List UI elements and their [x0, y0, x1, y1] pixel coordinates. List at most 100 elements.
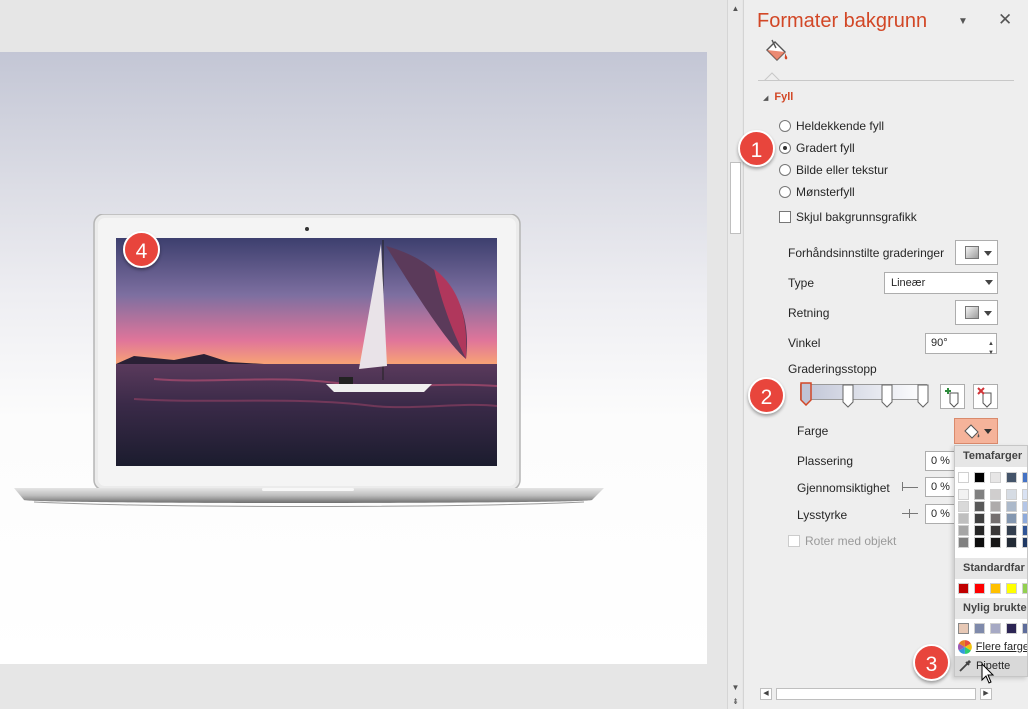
theme-color-swatch[interactable]: [974, 472, 985, 483]
theme-shade-swatch[interactable]: [990, 525, 1001, 536]
type-select-value: Lineær: [891, 277, 926, 289]
radio-solid-fill[interactable]: Heldekkende fyll: [779, 117, 884, 135]
scroll-left-arrow-icon[interactable]: ◀: [760, 688, 772, 700]
gradient-stop-selected[interactable]: [800, 382, 812, 406]
color-dropdown-menu: Temafarger Standardfar Nylig brukte Fler…: [954, 445, 1028, 677]
theme-shade-swatch[interactable]: [1006, 537, 1017, 548]
scroll-up-arrow-icon[interactable]: ▲: [730, 3, 741, 14]
theme-color-swatch[interactable]: [990, 472, 1001, 483]
recent-color-swatch[interactable]: [1022, 623, 1027, 634]
theme-shade-swatch[interactable]: [1006, 489, 1017, 500]
add-gradient-stop-button[interactable]: [940, 384, 965, 409]
recent-color-swatch[interactable]: [1006, 623, 1017, 634]
direction-button[interactable]: [955, 300, 998, 325]
theme-shade-swatch[interactable]: [958, 501, 969, 512]
more-colors-label: Flere farge: [975, 641, 1028, 653]
scroll-next-icon[interactable]: ⇟: [730, 696, 741, 707]
theme-shade-swatch[interactable]: [990, 513, 1001, 524]
theme-shade-swatch[interactable]: [1006, 525, 1017, 536]
radio-gradient-fill[interactable]: Gradert fyll: [779, 139, 855, 157]
laptop-image: [14, 214, 604, 507]
radio-button[interactable]: [779, 186, 791, 198]
angle-spinner[interactable]: 90° ▲ ▼: [925, 333, 997, 356]
step-badge-4: 4: [123, 231, 160, 268]
radio-pattern-fill[interactable]: Mønsterfyll: [779, 183, 855, 201]
fill-section-header[interactable]: ◢ Fyll: [763, 91, 793, 103]
scrollbar-thumb[interactable]: [730, 162, 741, 234]
add-stop-icon: [945, 388, 959, 408]
theme-shade-swatch[interactable]: [1022, 537, 1027, 548]
pane-horizontal-scrollbar[interactable]: ◀ ▶: [760, 686, 996, 702]
theme-shade-swatch[interactable]: [1022, 525, 1027, 536]
brightness-slider-thumb[interactable]: [909, 509, 910, 518]
gradient-stops-bar[interactable]: [800, 384, 927, 400]
pane-options-dropdown-icon[interactable]: ▼: [958, 16, 968, 27]
standard-color-swatch[interactable]: [974, 583, 985, 594]
standard-color-swatch[interactable]: [1006, 583, 1017, 594]
radio-picture-texture-fill[interactable]: Bilde eller tekstur: [779, 161, 888, 179]
remove-gradient-stop-button[interactable]: [973, 384, 998, 409]
scroll-down-arrow-icon[interactable]: ▼: [730, 682, 741, 693]
more-colors-item[interactable]: Flere farge: [955, 637, 1028, 657]
theme-shade-swatch[interactable]: [1006, 513, 1017, 524]
theme-shade-swatch[interactable]: [990, 537, 1001, 548]
theme-shade-swatch[interactable]: [990, 501, 1001, 512]
brightness-slider[interactable]: [902, 513, 918, 514]
hide-background-graphics-checkbox[interactable]: [779, 211, 791, 223]
recent-color-swatch[interactable]: [974, 623, 985, 634]
hide-background-graphics-row[interactable]: Skjul bakgrunnsgrafikk: [779, 208, 917, 226]
spin-down-icon[interactable]: ▼: [988, 344, 994, 363]
preset-gradients-button[interactable]: [955, 240, 998, 265]
radio-label: Gradert fyll: [796, 141, 855, 155]
type-select[interactable]: Lineær: [884, 272, 998, 294]
standard-color-swatch[interactable]: [1022, 583, 1027, 594]
brightness-label: Lysstyrke: [797, 508, 848, 522]
gradient-stop[interactable]: [917, 384, 929, 408]
slide-vertical-scrollbar[interactable]: ▲ ▼ ⇟: [727, 0, 742, 709]
preset-gradients-label: Forhåndsinnstilte graderinger: [788, 246, 945, 260]
gradient-stop[interactable]: [881, 384, 893, 408]
chevron-down-icon: [984, 311, 992, 316]
theme-shade-swatch[interactable]: [990, 489, 1001, 500]
theme-shade-swatch[interactable]: [958, 513, 969, 524]
scroll-right-arrow-icon[interactable]: ▶: [980, 688, 992, 700]
theme-shade-swatch[interactable]: [958, 525, 969, 536]
theme-color-swatch[interactable]: [958, 472, 969, 483]
standard-color-swatch[interactable]: [990, 583, 1001, 594]
theme-shade-swatch[interactable]: [974, 537, 985, 548]
color-picker-button[interactable]: [954, 418, 998, 444]
fill-tab-icon[interactable]: [762, 38, 790, 66]
scrollbar-thumb[interactable]: [776, 688, 976, 700]
tab-divider: [758, 80, 1014, 81]
slide-editing-area: 4: [0, 0, 727, 709]
close-icon[interactable]: ✕: [998, 10, 1012, 30]
eyedropper-icon: [959, 659, 972, 672]
radio-label: Mønsterfyll: [796, 185, 855, 199]
radio-button[interactable]: [779, 164, 791, 176]
theme-shade-swatch[interactable]: [1022, 513, 1027, 524]
remove-stop-icon: [977, 387, 992, 408]
theme-shade-swatch[interactable]: [1022, 501, 1027, 512]
recent-color-swatch[interactable]: [990, 623, 1001, 634]
theme-color-swatch[interactable]: [1006, 472, 1017, 483]
transparency-slider[interactable]: [902, 487, 918, 488]
recent-color-swatch[interactable]: [958, 623, 969, 634]
theme-shade-swatch[interactable]: [958, 537, 969, 548]
theme-shade-swatch[interactable]: [1022, 489, 1027, 500]
type-label: Type: [788, 276, 815, 290]
gradient-stop[interactable]: [842, 384, 854, 408]
radio-button-selected[interactable]: [779, 142, 791, 154]
standard-color-swatch[interactable]: [958, 583, 969, 594]
theme-shade-swatch[interactable]: [974, 525, 985, 536]
theme-shade-swatch[interactable]: [1006, 501, 1017, 512]
theme-color-swatch[interactable]: [1022, 472, 1027, 483]
gradient-preview-icon: [965, 246, 979, 259]
theme-shade-swatch[interactable]: [974, 513, 985, 524]
gradient-stops-label: Graderingsstopp: [788, 362, 877, 376]
theme-colors-header: Temafarger: [955, 446, 1027, 467]
slide-canvas[interactable]: [0, 52, 707, 664]
theme-shade-swatch[interactable]: [958, 489, 969, 500]
theme-shade-swatch[interactable]: [974, 501, 985, 512]
radio-button[interactable]: [779, 120, 791, 132]
theme-shade-swatch[interactable]: [974, 489, 985, 500]
